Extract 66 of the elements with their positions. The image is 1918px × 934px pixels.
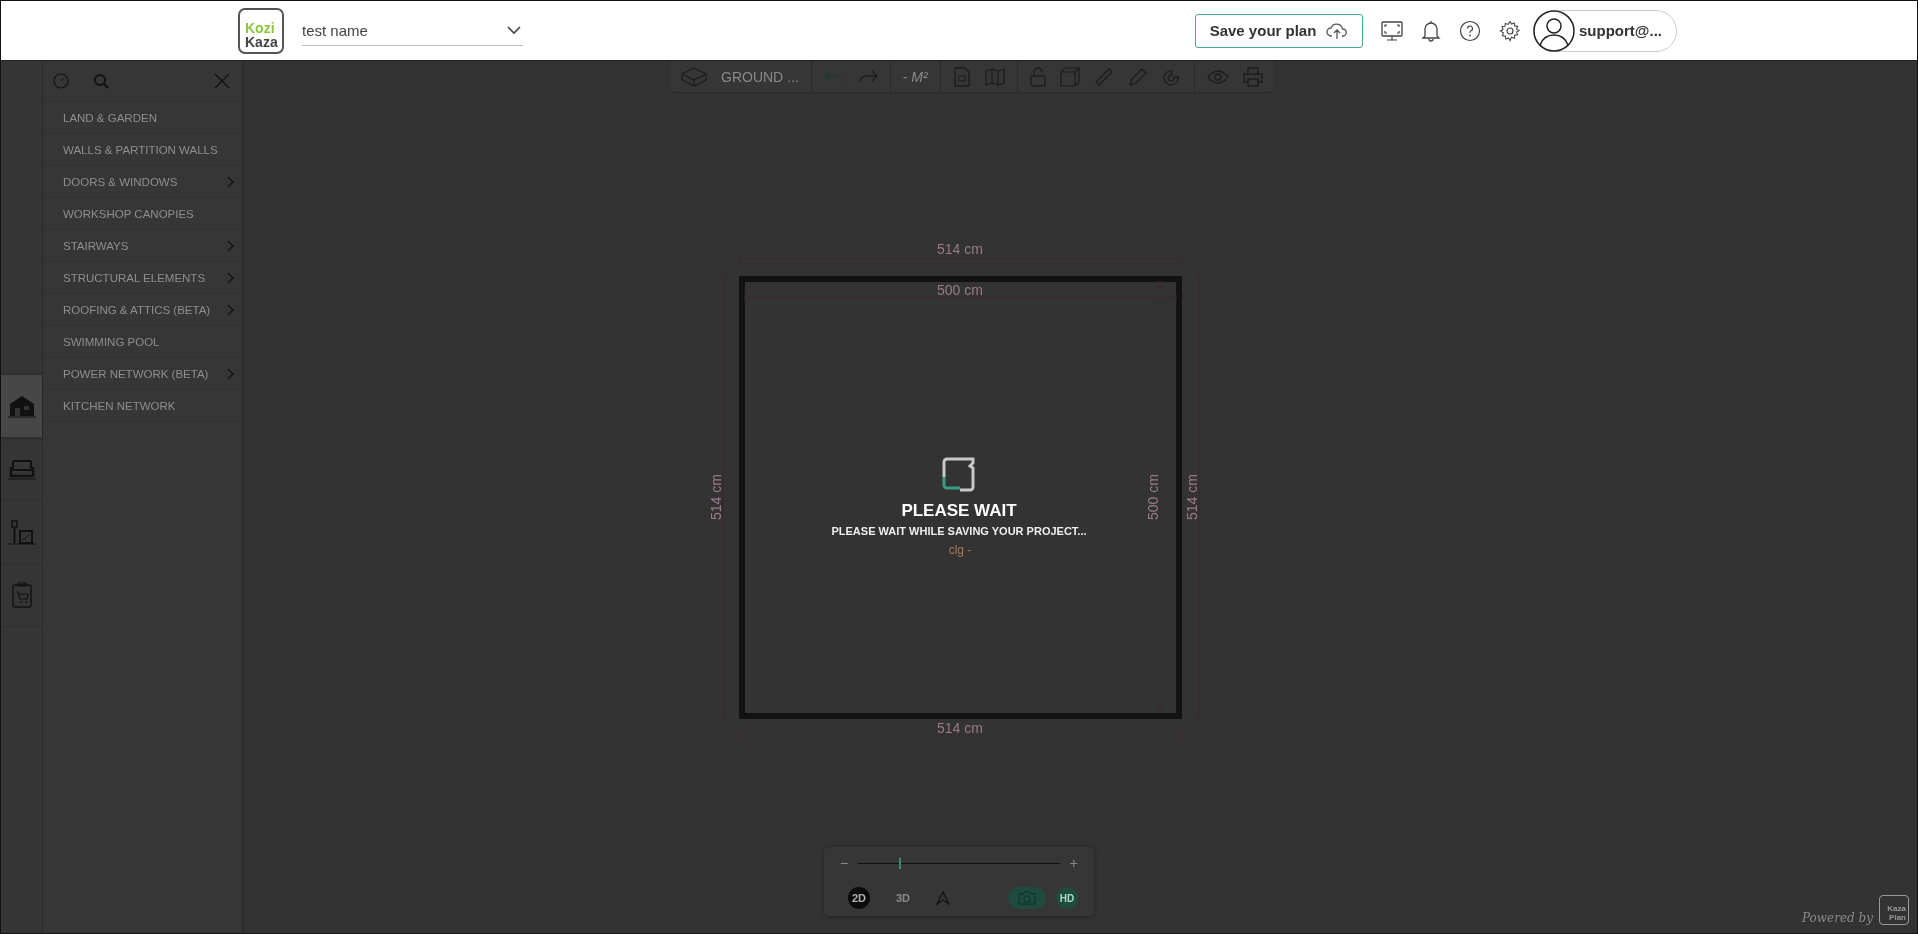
dimension-label: 500 cm [937, 282, 983, 298]
undo-icon[interactable] [823, 69, 844, 84]
avatar-icon [1533, 9, 1576, 52]
pencil-icon[interactable] [1127, 66, 1148, 87]
tools-icon [6, 519, 37, 545]
ruler-icon[interactable] [1093, 66, 1114, 87]
dimension-label: 514 cm [1184, 474, 1200, 520]
room-ceiling-label: clg - [948, 543, 972, 557]
close-icon[interactable] [214, 73, 230, 89]
document-icon[interactable] [952, 66, 971, 87]
powered-by-logo[interactable]: Kaza Plan [1879, 895, 1909, 925]
cart-icon [10, 582, 33, 608]
eye-icon[interactable] [1206, 68, 1229, 85]
wireframe-cube-icon[interactable] [1059, 66, 1080, 87]
chevron-right-icon [227, 271, 235, 284]
chevron-right-icon [227, 303, 235, 316]
loading-title: PLEASE WAIT [901, 501, 1017, 521]
loading-logo-icon [941, 457, 977, 493]
category-item[interactable]: DOORS & WINDOWS [43, 166, 242, 198]
powered-by-label: Powered by [1802, 911, 1873, 925]
compass-arrow-icon[interactable] [936, 891, 950, 905]
floor-level-selector[interactable]: GROUND ... [721, 68, 799, 85]
help-icon[interactable] [1459, 19, 1482, 42]
category-tab[interactable] [1, 375, 42, 438]
printer-icon[interactable] [1242, 66, 1263, 87]
camera-button[interactable] [1008, 887, 1046, 909]
chevron-right-icon [227, 175, 235, 188]
hd-button[interactable]: HD [1056, 887, 1078, 909]
zoom-slider-thumb[interactable] [898, 857, 901, 869]
redo-icon[interactable] [857, 69, 878, 84]
dimension-label: 514 cm [937, 720, 983, 736]
chevron-right-icon [227, 239, 235, 252]
area-readout[interactable]: - M² [902, 68, 928, 85]
category-item[interactable]: ROOFING & ATTICS (BETA) [43, 294, 242, 326]
dimension-label: 500 cm [1145, 474, 1161, 520]
bell-icon[interactable] [1421, 19, 1442, 42]
save-plan-button[interactable]: Save your plan [1195, 13, 1364, 48]
sofa-icon [6, 458, 37, 480]
dimension-label: 514 cm [708, 474, 724, 520]
zoom-out-button[interactable]: − [840, 855, 849, 871]
category-item[interactable]: WALLS & PARTITION WALLS [43, 134, 242, 166]
category-item[interactable]: KITCHEN NETWORK [43, 390, 242, 422]
category-item[interactable]: POWER NETWORK (BETA) [43, 358, 242, 390]
view-mode-button[interactable]: 3D [892, 887, 914, 909]
map-icon[interactable] [984, 66, 1005, 87]
category-item[interactable]: SWIMMING POOL [43, 326, 242, 358]
zoom-in-button[interactable]: + [1069, 855, 1078, 871]
clock-icon[interactable] [53, 73, 69, 89]
app-logo[interactable]: Kozi Kaza [238, 7, 284, 54]
category-item[interactable]: STAIRWAYS [43, 230, 242, 262]
view-mode-button[interactable]: 2D [848, 887, 870, 909]
chevron-down-icon [507, 25, 521, 35]
search-icon[interactable] [93, 73, 109, 89]
unlock-icon[interactable] [1029, 66, 1046, 87]
loading-message: PLEASE WAIT WHILE SAVING YOUR PROJECT... [831, 525, 1087, 537]
house-icon [6, 394, 37, 418]
chevron-right-icon [227, 367, 235, 380]
settings-icon[interactable] [1499, 19, 1522, 42]
project-name-dropdown[interactable]: test name [302, 15, 523, 46]
category-item[interactable]: WORKSHOP CANOPIES [43, 198, 242, 230]
cloud-upload-icon [1326, 21, 1349, 40]
category-item[interactable]: STRUCTURAL ELEMENTS [43, 262, 242, 294]
monitor-icon[interactable] [1381, 19, 1404, 42]
cube-icon[interactable] [681, 66, 707, 87]
category-item[interactable]: LAND & GARDEN [43, 102, 242, 134]
dimension-label: 514 cm [937, 241, 983, 257]
